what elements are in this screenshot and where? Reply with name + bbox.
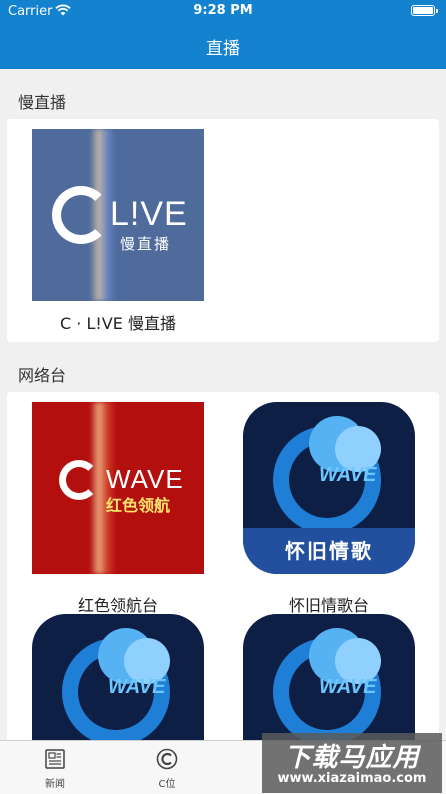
clive-art-subtext: 慢直播	[120, 235, 172, 253]
tab-bar: 新闻 C位 下载马应用 www.xiazaimao.com	[0, 733, 446, 794]
tab-news[interactable]: 新闻	[25, 747, 85, 790]
tab-label-cposition: C位	[158, 779, 176, 790]
tab-cposition[interactable]: C位	[137, 747, 197, 790]
red-art-text: WAVE	[106, 464, 184, 494]
section-title-network: 网络台	[18, 366, 67, 385]
red-channel-thumbnail: WAVE 红色领航	[32, 402, 204, 574]
channel-tile-clive[interactable]: L!VE 慢直播 C · L!VE 慢直播	[32, 129, 204, 334]
network-card: WAVE 红色领航 红色领航台 WAVE 怀旧情歌 怀旧情歌台 WAVE WAV…	[7, 392, 439, 786]
channel-tile-red[interactable]: WAVE 红色领航 红色领航台	[32, 402, 204, 615]
watermark-text: 下载马应用	[284, 743, 420, 773]
nostalgic-art-text: WAVE	[319, 464, 377, 486]
channel-label: 怀旧情歌台	[288, 596, 369, 615]
app-header: Carrier 9:28 PM 直播	[0, 0, 446, 69]
nostalgic-art-subtext: 怀旧情歌	[285, 539, 373, 563]
wave-art-text: WAVE	[319, 676, 377, 698]
c-logo-icon	[156, 748, 178, 770]
watermark-logo: 下载马应用 www.xiazaimao.com	[262, 733, 442, 793]
newspaper-icon	[45, 749, 65, 769]
channel-label: C · L!VE 慢直播	[60, 314, 176, 333]
channel-tile-nostalgic[interactable]: WAVE 怀旧情歌 怀旧情歌台	[243, 402, 415, 615]
tab-label-news: 新闻	[45, 779, 65, 790]
red-c-logo	[59, 460, 99, 500]
red-art-subtext: 红色领航	[106, 496, 171, 515]
clive-c-logo	[52, 186, 110, 244]
page-title: 直播	[206, 39, 240, 59]
section-title-slow-live: 慢直播	[18, 93, 67, 112]
clock: 9:28 PM	[193, 3, 253, 18]
watermark-url: www.xiazaimao.com	[277, 771, 427, 786]
status-bar: Carrier 9:28 PM	[0, 0, 446, 24]
wave-art-text: WAVE	[108, 676, 166, 698]
nostalgic-channel-icon: WAVE 怀旧情歌	[243, 402, 415, 574]
clive-art-text: L!VE	[110, 195, 188, 233]
slow-live-card: L!VE 慢直播 C · L!VE 慢直播	[7, 119, 439, 342]
clive-thumbnail: L!VE 慢直播	[32, 129, 204, 301]
battery-icon	[411, 5, 438, 16]
channel-label: 红色领航台	[77, 596, 158, 615]
